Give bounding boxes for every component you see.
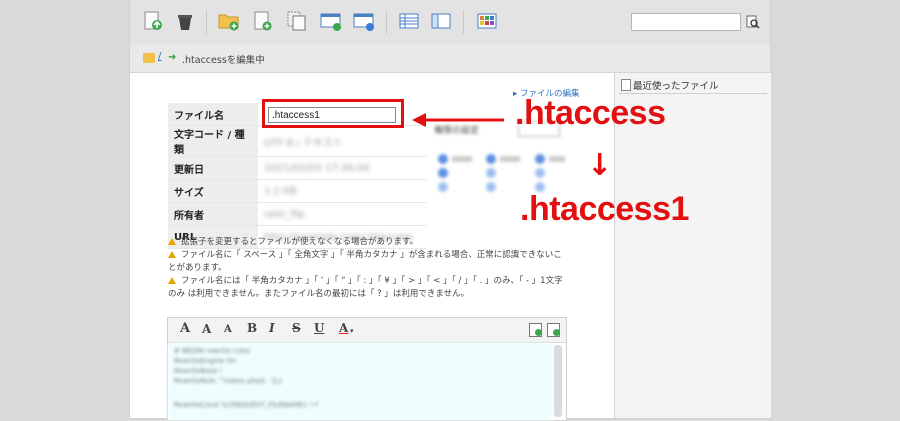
editor-textarea[interactable]: # BEGIN rewrite rules RewriteEngine On R… xyxy=(168,343,552,420)
search-input[interactable] xyxy=(631,13,741,31)
font-small-button[interactable]: A xyxy=(224,324,232,335)
toolbar-divider xyxy=(206,10,207,34)
editor-scrollbar[interactable] xyxy=(554,345,562,417)
editor-toolbar: A A A B I S U A ▾ xyxy=(168,318,566,343)
warning-note: ファイル名には「 半角カタカナ 」「 ' 」「 " 」「 : 」「 ¥ 」「 >… xyxy=(168,275,568,301)
warning-text: 拡張子を変更するとファイルが使えなくなる場合があります。 xyxy=(181,237,419,247)
detail-view-icon[interactable] xyxy=(430,10,452,32)
new-folder-icon[interactable] xyxy=(218,10,240,32)
warning-icon xyxy=(168,251,176,258)
text-editor: A A A B I S U A ▾ # BEGIN rewrite rules … xyxy=(167,317,567,421)
bold-button[interactable]: B xyxy=(247,321,257,335)
recent-files-title: 最近使ったファイル xyxy=(633,81,719,92)
warning-note: 拡張子を変更するとファイルが使えなくなる場合があります。 xyxy=(168,236,568,249)
table-row: 所有者 user_ftp xyxy=(168,202,426,226)
prop-value: user_ftp xyxy=(258,202,426,226)
strikethrough-button[interactable]: S xyxy=(292,321,301,335)
green-arrow-icon xyxy=(553,329,560,336)
new-file-icon[interactable] xyxy=(252,10,274,32)
table-row: 文字コード / 種類 UTF-8 / テキスト xyxy=(168,125,426,157)
prop-value: UTF-8 / テキスト xyxy=(258,125,426,157)
warning-icon xyxy=(168,238,176,245)
breadcrumb-root-link[interactable]: / xyxy=(158,51,161,62)
underline-button[interactable]: U xyxy=(314,321,324,335)
editor-line: RewriteCond %{REQUEST_FILENAME} !-f xyxy=(174,401,318,409)
annotation-down-arrow: ↓ xyxy=(587,148,613,183)
upload-icon[interactable] xyxy=(142,10,164,32)
insert-below-icon[interactable] xyxy=(547,323,560,337)
highlight-box xyxy=(262,99,404,128)
warning-icon xyxy=(168,277,176,284)
table-row: 更新日 2021/02/03 17:36:00 xyxy=(168,156,426,180)
copy-icon[interactable] xyxy=(286,10,308,32)
warning-note: ファイル名に「 スペース 」「 全角文字 」「 半角カタカナ 」が含まれる場合、… xyxy=(168,249,568,275)
prop-key: ファイル名 xyxy=(168,103,258,126)
prop-key: 所有者 xyxy=(168,202,258,226)
prop-key: 文字コード / 種類 xyxy=(168,125,258,157)
list-view-icon[interactable] xyxy=(398,10,420,32)
editor-line: # BEGIN rewrite rules xyxy=(174,347,251,355)
font-medium-button[interactable]: A xyxy=(202,322,211,336)
warning-text: ファイル名には「 半角カタカナ 」「 ' 」「 " 」「 : 」「 ¥ 」「 >… xyxy=(168,276,563,299)
annotation-new-name: .htaccess1 xyxy=(520,190,689,228)
toolbar-divider xyxy=(463,10,464,34)
font-large-button[interactable]: A xyxy=(180,321,190,336)
annotation-old-name: .htaccess xyxy=(515,94,666,132)
italic-button[interactable]: I xyxy=(269,321,275,335)
warning-text: ファイル名に「 スペース 」「 全角文字 」「 半角カタカナ 」が含まれる場合、… xyxy=(168,250,562,273)
toolbar xyxy=(130,0,770,45)
prop-key: サイズ xyxy=(168,179,258,203)
search-icon[interactable] xyxy=(746,14,760,29)
window-add-icon[interactable] xyxy=(320,10,342,32)
chevron-down-icon[interactable]: ▾ xyxy=(350,326,354,335)
breadcrumb-current: .htaccessを編集中 xyxy=(182,55,265,66)
table-row: サイズ 1.2 KB xyxy=(168,179,426,203)
arrow-right-icon: ➜ xyxy=(168,52,177,63)
window-edit-icon[interactable] xyxy=(353,10,375,32)
folder-icon xyxy=(143,53,155,63)
editor-line: RewriteEngine On xyxy=(174,357,237,365)
font-color-button[interactable]: A xyxy=(339,321,348,335)
annotation-arrow-icon xyxy=(412,113,504,127)
insert-above-icon[interactable] xyxy=(529,323,542,337)
prop-value: 1.2 KB xyxy=(258,179,426,203)
editor-line: RewriteRule ^index\.php$ - [L] xyxy=(174,377,282,385)
prop-value: 2021/02/03 17:36:00 xyxy=(258,156,426,180)
thumbnail-view-icon[interactable] xyxy=(476,10,498,32)
file-icon xyxy=(621,79,631,91)
green-plus-icon xyxy=(535,329,542,336)
toolbar-divider xyxy=(386,10,387,34)
prop-key: 更新日 xyxy=(168,156,258,180)
breadcrumb: / ➜ .htaccessを編集中 xyxy=(130,44,770,73)
editor-line: RewriteBase / xyxy=(174,367,223,375)
trash-icon[interactable] xyxy=(174,10,196,32)
